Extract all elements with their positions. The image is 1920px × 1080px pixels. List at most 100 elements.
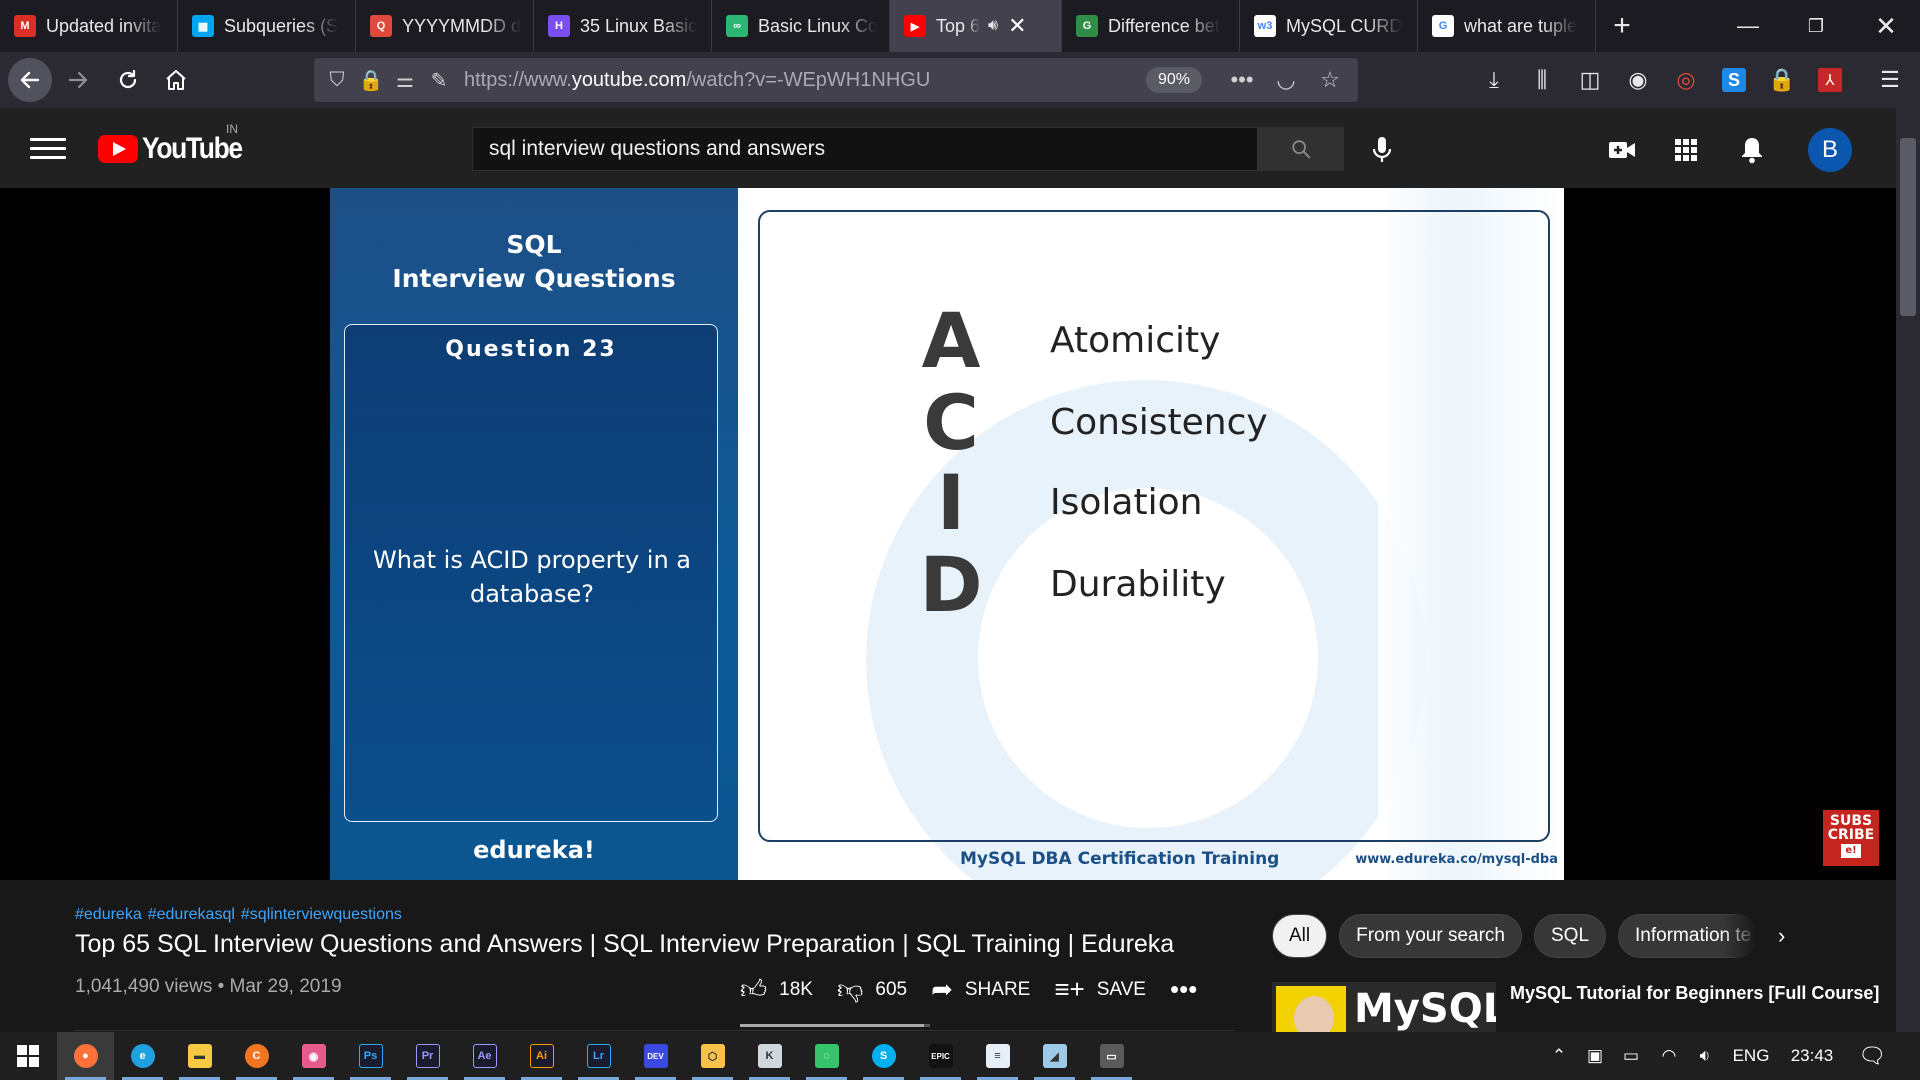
browser-tab[interactable]: w3 MySQL CURD	[1240, 0, 1418, 52]
address-bar[interactable]: ⛉ 🔒 ⚌ ✎ https://www.youtube.com/watch?v=…	[314, 58, 1358, 102]
create-video-icon[interactable]	[1600, 128, 1644, 172]
apps-grid-icon[interactable]	[1664, 128, 1708, 172]
action-center-icon[interactable]: 🗨︎	[1854, 1032, 1890, 1080]
extension-eyes-icon[interactable]: ◎	[1664, 58, 1708, 102]
menu-icon[interactable]: ☰	[1868, 58, 1912, 102]
taskbar-app[interactable]: S	[855, 1032, 912, 1080]
extension-lock-icon[interactable]: 🔒	[1760, 58, 1804, 102]
page-scrollbar[interactable]	[1896, 108, 1920, 1032]
hashtag-link[interactable]: #sqlinterviewquestions	[241, 906, 402, 923]
shield-icon[interactable]: ⛉	[320, 58, 354, 102]
taskbar-app[interactable]: Pr	[399, 1032, 456, 1080]
taskbar-app[interactable]: ≡	[969, 1032, 1026, 1080]
browser-tab[interactable]: Gwhat are tuple	[1418, 0, 1596, 52]
filter-chip[interactable]: Information te	[1618, 914, 1759, 958]
taskbar-app[interactable]: DEV	[627, 1032, 684, 1080]
start-button[interactable]	[0, 1032, 56, 1080]
taskbar-app[interactable]: Ps	[342, 1032, 399, 1080]
pocket-icon[interactable]: ◡	[1264, 58, 1308, 102]
bookmark-star-icon[interactable]: ☆	[1308, 58, 1352, 102]
chevron-right-icon[interactable]: ›	[1778, 923, 1785, 949]
browser-tab[interactable]: Q YYYYMMDD d	[356, 0, 534, 52]
browser-tab[interactable]: M Updated invita	[0, 0, 178, 52]
subscribe-watermark[interactable]: SUBS CRIBE e!	[1823, 810, 1879, 866]
sidebar-icon[interactable]: ◫	[1568, 58, 1612, 102]
save-button[interactable]: ≡+ SAVE	[1054, 974, 1146, 1005]
dev-icon: DEV	[643, 1044, 668, 1068]
voice-search-button[interactable]	[1360, 128, 1404, 172]
permissions-icon[interactable]: ⚌	[388, 58, 422, 102]
more-options-button[interactable]: •••	[1170, 974, 1209, 1005]
language-indicator[interactable]: ENG	[1728, 1032, 1774, 1080]
tab-title: Top 65	[936, 15, 980, 36]
clock[interactable]: 23:43	[1782, 1032, 1842, 1080]
home-button[interactable]	[156, 60, 196, 100]
guide-menu-icon[interactable]	[30, 130, 66, 166]
search-input[interactable]: sql interview questions and answers	[472, 127, 1258, 171]
share-button[interactable]: ➦ SHARE	[931, 974, 1030, 1005]
browser-tab[interactable]: G Difference bet	[1062, 0, 1240, 52]
scrollbar-thumb[interactable]	[1900, 138, 1916, 316]
new-tab-button[interactable]: +	[1596, 0, 1648, 52]
youtube-logo[interactable]: YouTube IN	[98, 122, 255, 166]
recommendation-title[interactable]: MySQL Tutorial for Beginners [Full Cours…	[1510, 982, 1880, 1004]
forward-button[interactable]	[58, 60, 98, 100]
video-player[interactable]: SQL Interview Questions Question 23 What…	[0, 188, 1896, 880]
like-button[interactable]: 👍︎ 18K	[740, 974, 813, 1005]
zoom-indicator[interactable]: 90%	[1146, 67, 1203, 93]
speaker-icon[interactable]: 🔊︎	[988, 17, 998, 35]
hashtag-link[interactable]: #edurekasql	[148, 906, 235, 923]
taskbar-app[interactable]: ◉	[285, 1032, 342, 1080]
browser-tab[interactable]: H 35 Linux Basic	[534, 0, 712, 52]
wifi-icon[interactable]: ◠	[1654, 1032, 1684, 1080]
dislike-button[interactable]: 👎︎ 605	[837, 974, 907, 1005]
taskbar-app[interactable]: ▬	[171, 1032, 228, 1080]
restore-button[interactable]: ❐	[1782, 0, 1850, 52]
device-icon[interactable]: ▣	[1580, 1032, 1610, 1080]
edit-icon[interactable]: ✎	[422, 58, 456, 102]
recommendation-chips: All From your search SQL Information te ›	[1272, 914, 1785, 958]
browser-tab[interactable]: ▦ Subqueries (S	[178, 0, 356, 52]
taskbar-app[interactable]: ⬡	[684, 1032, 741, 1080]
url-text[interactable]: https://www.youtube.com/watch?v=-WEpWH1N…	[464, 69, 930, 92]
taskbar-app[interactable]: e	[114, 1032, 171, 1080]
battery-icon[interactable]: ▭	[1616, 1032, 1646, 1080]
microsoft-icon: ▦	[192, 15, 214, 37]
reload-button[interactable]	[108, 60, 148, 100]
notifications-bell-icon[interactable]	[1730, 128, 1774, 172]
browser-tab[interactable]: ▶ Top 65 🔊︎ ✕	[890, 0, 1062, 52]
thumbs-up-icon: 👍︎	[740, 974, 768, 1004]
recommendation-thumbnail[interactable]: MySQL	[1272, 982, 1496, 1032]
back-button[interactable]	[8, 58, 52, 102]
filter-chip[interactable]: SQL	[1534, 914, 1607, 958]
close-window-button[interactable]: ✕	[1852, 0, 1920, 52]
pdf-extension-icon[interactable]: ⅄	[1808, 58, 1852, 102]
taskbar-app[interactable]: ●	[57, 1032, 114, 1080]
download-icon[interactable]: ⤓	[1472, 58, 1516, 102]
taskbar-app[interactable]: EPIC	[912, 1032, 969, 1080]
volume-icon[interactable]: 🔉︎	[1690, 1032, 1720, 1080]
taskbar-app[interactable]: Ae	[456, 1032, 513, 1080]
hashtag-link[interactable]: #edureka	[75, 906, 142, 923]
filter-chip[interactable]: From your search	[1339, 914, 1522, 958]
more-actions-icon[interactable]: •••	[1220, 58, 1264, 102]
taskbar-app[interactable]: ◢	[1026, 1032, 1083, 1080]
avatar[interactable]: B	[1808, 128, 1852, 172]
taskbar-app[interactable]: C	[228, 1032, 285, 1080]
taskbar-app[interactable]: Ai	[513, 1032, 570, 1080]
taskbar-app[interactable]: Lr	[570, 1032, 627, 1080]
taskbar-app[interactable]: K	[741, 1032, 798, 1080]
filter-chip[interactable]: All	[1272, 914, 1328, 958]
browser-tab[interactable]: ∞ Basic Linux Co	[712, 0, 890, 52]
show-hidden-icons[interactable]: ⌃	[1544, 1032, 1574, 1080]
taskbar-app[interactable]: ▭	[1083, 1032, 1140, 1080]
taskbar-app[interactable]: ◌	[798, 1032, 855, 1080]
search-button[interactable]	[1258, 127, 1344, 171]
lock-icon[interactable]: 🔒	[354, 58, 388, 102]
close-tab-icon[interactable]: ✕	[1008, 13, 1026, 39]
minimize-button[interactable]: —	[1714, 0, 1782, 52]
file-explorer-icon: ▬	[187, 1044, 212, 1068]
account-icon[interactable]: ◉	[1616, 58, 1660, 102]
extension-s-icon[interactable]: S	[1712, 58, 1756, 102]
library-icon[interactable]: ⫼	[1520, 58, 1564, 102]
